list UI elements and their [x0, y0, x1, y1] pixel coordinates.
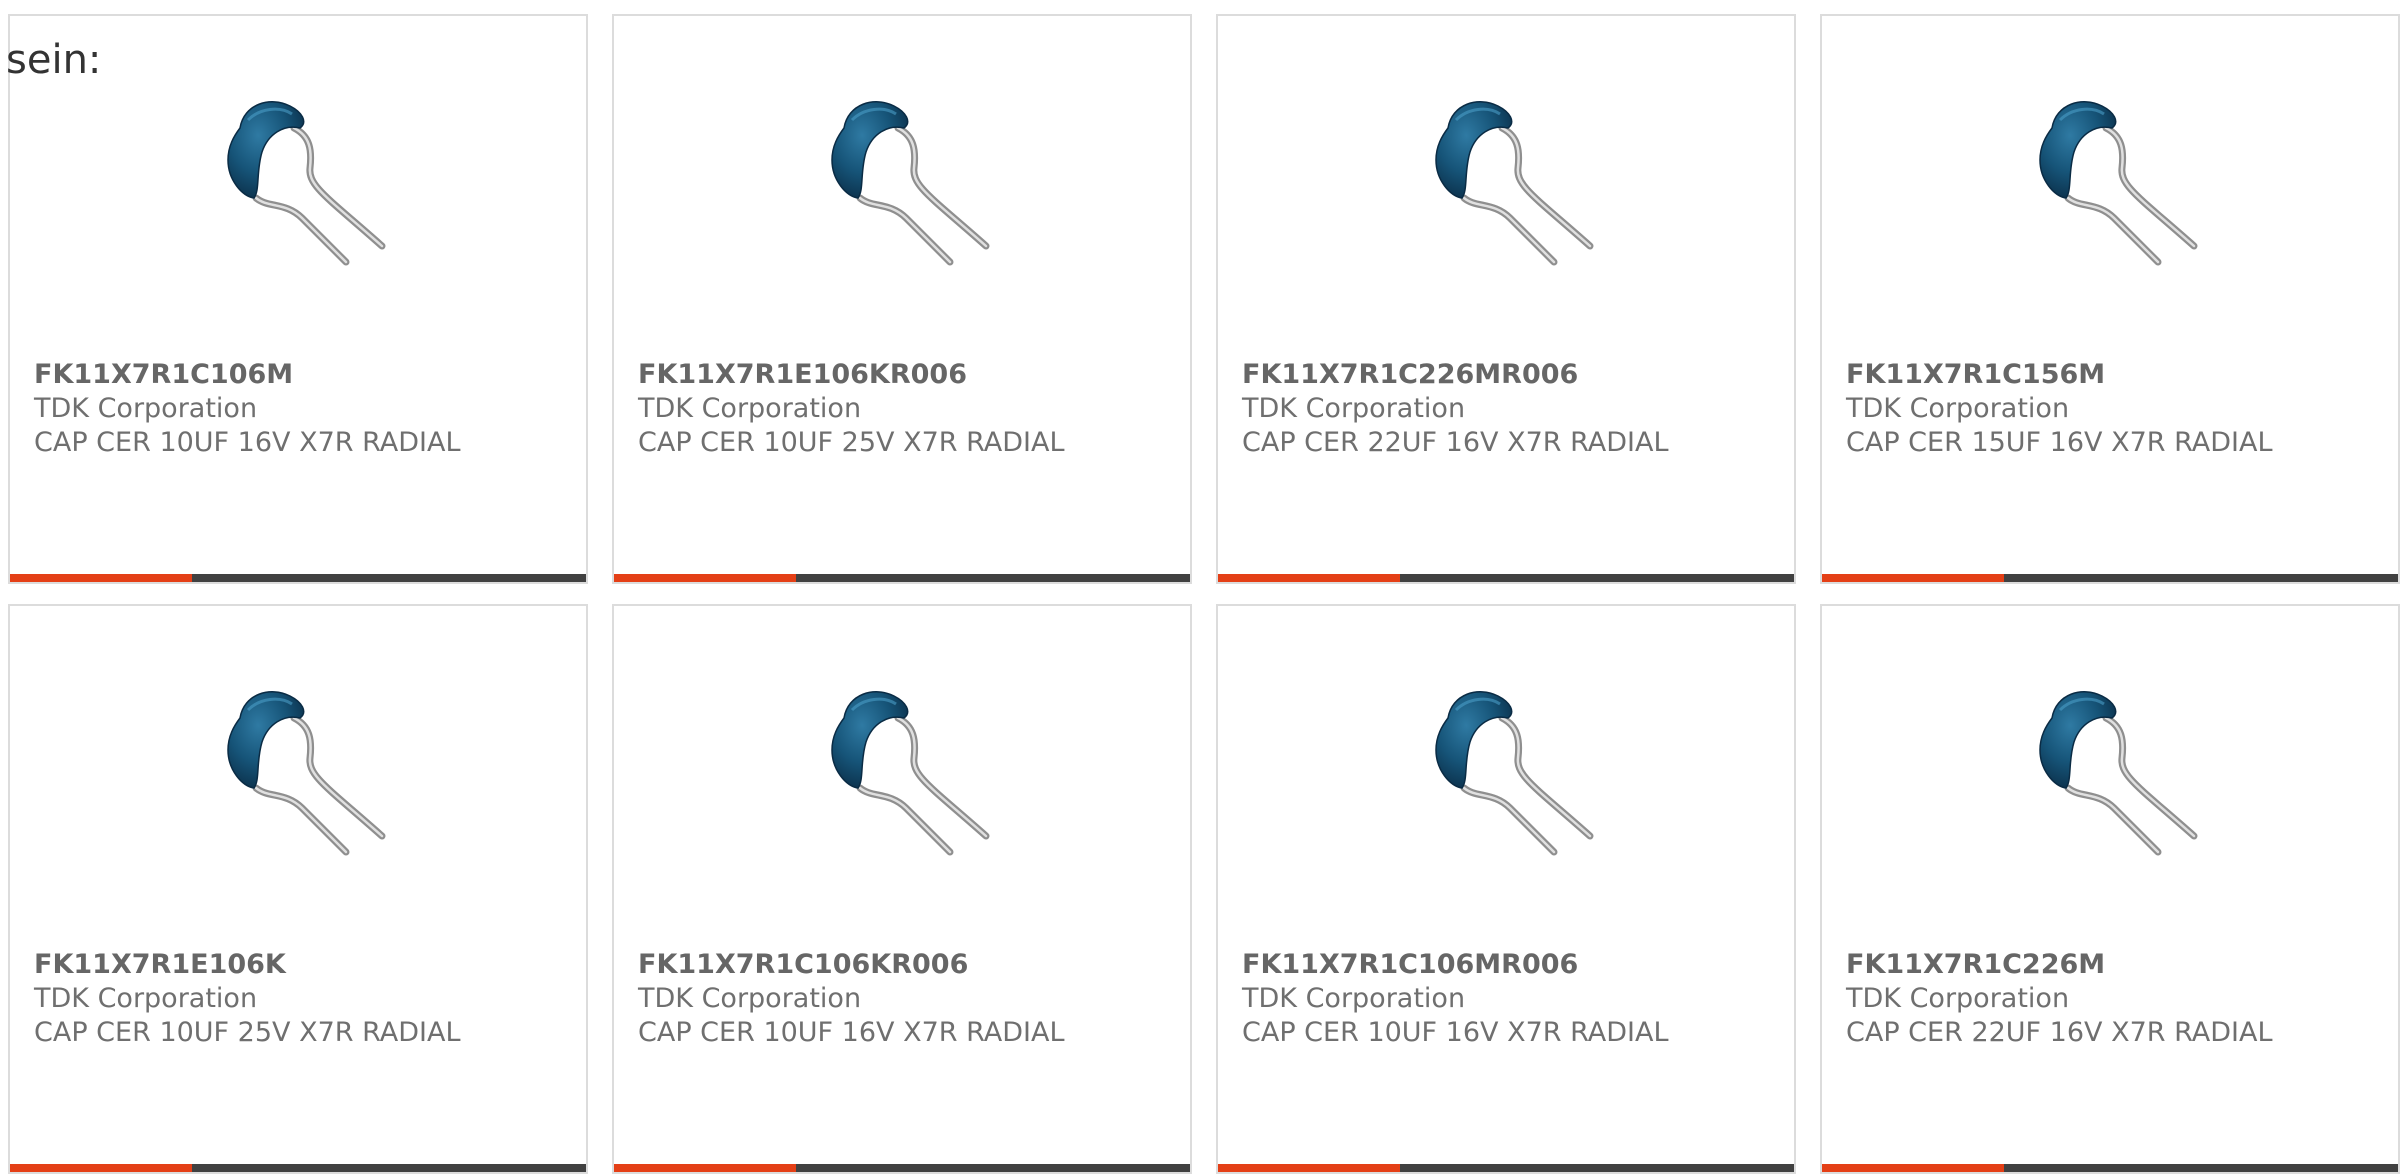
product-card[interactable]: FK11X7R1C106M TDK Corporation CAP CER 10…	[8, 14, 588, 584]
product-part-number[interactable]: FK11X7R1C226MR006	[1242, 358, 1784, 392]
capacitor-image	[198, 86, 408, 296]
capacitor-image	[802, 86, 1012, 296]
product-manufacturer: TDK Corporation	[638, 393, 862, 424]
product-card[interactable]: FK11X7R1E106KR006 TDK Corporation CAP CE…	[612, 14, 1192, 584]
product-info: FK11X7R1C106KR006 TDK Corporation CAP CE…	[638, 948, 1180, 1050]
product-manufacturer: TDK Corporation	[638, 983, 862, 1014]
capacitor-image	[2010, 86, 2220, 296]
capacitor-image	[198, 676, 408, 886]
product-description: CAP CER 22UF 16V X7R RADIAL	[1846, 1017, 2273, 1048]
capacitor-image	[1406, 86, 1616, 296]
card-footer-bar	[10, 1164, 586, 1172]
product-manufacturer: TDK Corporation	[1242, 393, 1466, 424]
product-grid: FK11X7R1C106M TDK Corporation CAP CER 10…	[8, 14, 2400, 1174]
product-part-number[interactable]: FK11X7R1E106K	[34, 948, 576, 982]
product-card[interactable]: FK11X7R1C106KR006 TDK Corporation CAP CE…	[612, 604, 1192, 1174]
card-footer-bar	[614, 574, 1190, 582]
product-card[interactable]: FK11X7R1C156M TDK Corporation CAP CER 15…	[1820, 14, 2400, 584]
card-footer-bar	[1218, 1164, 1794, 1172]
product-description: CAP CER 10UF 16V X7R RADIAL	[34, 427, 461, 458]
product-part-number[interactable]: FK11X7R1C156M	[1846, 358, 2388, 392]
product-info: FK11X7R1C226MR006 TDK Corporation CAP CE…	[1242, 358, 1784, 460]
product-info: FK11X7R1E106KR006 TDK Corporation CAP CE…	[638, 358, 1180, 460]
product-manufacturer: TDK Corporation	[1846, 393, 2070, 424]
product-part-number[interactable]: FK11X7R1E106KR006	[638, 358, 1180, 392]
product-manufacturer: TDK Corporation	[1846, 983, 2070, 1014]
product-info: FK11X7R1C226M TDK Corporation CAP CER 22…	[1846, 948, 2388, 1050]
product-card[interactable]: FK11X7R1C226M TDK Corporation CAP CER 22…	[1820, 604, 2400, 1174]
product-part-number[interactable]: FK11X7R1C106KR006	[638, 948, 1180, 982]
product-description: CAP CER 10UF 16V X7R RADIAL	[1242, 1017, 1669, 1048]
product-part-number[interactable]: FK11X7R1C106M	[34, 358, 576, 392]
card-footer-bar	[1218, 574, 1794, 582]
product-part-number[interactable]: FK11X7R1C226M	[1846, 948, 2388, 982]
product-card[interactable]: FK11X7R1E106K TDK Corporation CAP CER 10…	[8, 604, 588, 1174]
product-part-number[interactable]: FK11X7R1C106MR006	[1242, 948, 1784, 982]
capacitor-image	[1406, 676, 1616, 886]
product-manufacturer: TDK Corporation	[1242, 983, 1466, 1014]
product-description: CAP CER 10UF 25V X7R RADIAL	[34, 1017, 461, 1048]
product-info: FK11X7R1E106K TDK Corporation CAP CER 10…	[34, 948, 576, 1050]
product-description: CAP CER 10UF 25V X7R RADIAL	[638, 427, 1065, 458]
card-footer-bar	[10, 574, 586, 582]
product-description: CAP CER 10UF 16V X7R RADIAL	[638, 1017, 1065, 1048]
intro-text: sein:	[6, 37, 102, 83]
product-info: FK11X7R1C106M TDK Corporation CAP CER 10…	[34, 358, 576, 460]
product-manufacturer: TDK Corporation	[34, 393, 258, 424]
card-footer-bar	[1822, 1164, 2398, 1172]
card-footer-bar	[614, 1164, 1190, 1172]
product-info: FK11X7R1C156M TDK Corporation CAP CER 15…	[1846, 358, 2388, 460]
product-card[interactable]: FK11X7R1C226MR006 TDK Corporation CAP CE…	[1216, 14, 1796, 584]
product-description: CAP CER 22UF 16V X7R RADIAL	[1242, 427, 1669, 458]
product-manufacturer: TDK Corporation	[34, 983, 258, 1014]
product-description: CAP CER 15UF 16V X7R RADIAL	[1846, 427, 2273, 458]
product-card[interactable]: FK11X7R1C106MR006 TDK Corporation CAP CE…	[1216, 604, 1796, 1174]
product-info: FK11X7R1C106MR006 TDK Corporation CAP CE…	[1242, 948, 1784, 1050]
capacitor-image	[2010, 676, 2220, 886]
capacitor-image	[802, 676, 1012, 886]
card-footer-bar	[1822, 574, 2398, 582]
